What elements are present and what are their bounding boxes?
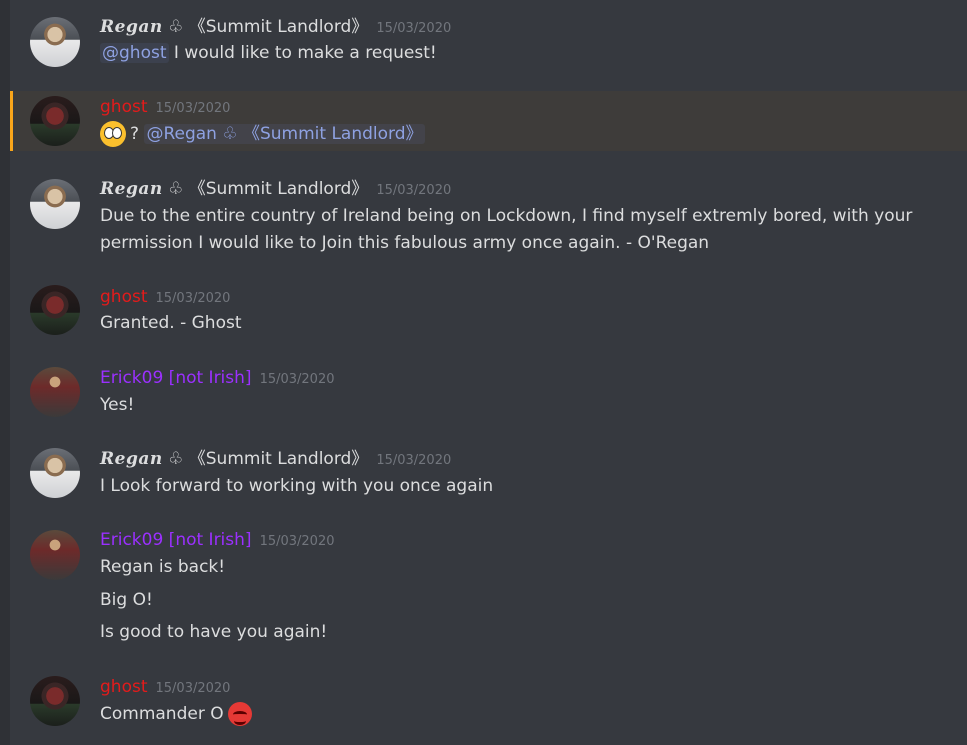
message-content: I Look forward to working with you once … — [100, 476, 494, 496]
avatar[interactable] — [30, 179, 80, 229]
message[interactable]: Erick09 [not Irish] 15/03/2020 Yes! — [10, 364, 967, 424]
message[interactable]: ghost 15/03/2020 Commander O — [10, 673, 967, 743]
message[interactable]: Regan ♧ 《Summit Landlord》 15/03/2020 I Lo… — [10, 445, 967, 505]
timestamp: 15/03/2020 — [155, 101, 231, 116]
message-line: Regan is back! — [100, 557, 226, 577]
message-content: Yes! — [100, 395, 135, 415]
flushed-face-emoji-icon — [100, 121, 126, 147]
timestamp: 15/03/2020 — [259, 534, 335, 549]
avatar[interactable] — [30, 676, 80, 726]
message[interactable]: Regan ♧ 《Summit Landlord》 15/03/2020 @gho… — [10, 12, 967, 72]
author-name[interactable]: ghost — [100, 287, 148, 307]
user-mention[interactable]: @Regan ♧ 《Summit Landlord》 — [144, 124, 425, 144]
timestamp: 15/03/2020 — [376, 453, 452, 468]
message-line: permission I would like to Join this fab… — [100, 233, 710, 253]
message-line: Big O! — [100, 590, 153, 610]
avatar[interactable] — [30, 96, 80, 146]
message[interactable]: ghost 15/03/2020 Granted. - Ghost — [10, 283, 967, 343]
author-name[interactable]: Regan ♧ 《Summit Landlord》 — [100, 449, 368, 469]
message-content: Commander O — [100, 701, 252, 728]
author-name[interactable]: Erick09 [not Irish] — [100, 530, 252, 550]
message-highlighted[interactable]: ghost 15/03/2020 ? @Regan ♧ 《Summit Landl… — [10, 91, 967, 151]
avatar[interactable] — [30, 367, 80, 417]
message-content: ? @Regan ♧ 《Summit Landlord》 — [100, 121, 425, 148]
message[interactable]: Regan ♧ 《Summit Landlord》 15/03/2020 Due … — [10, 174, 967, 264]
timestamp: 15/03/2020 — [155, 291, 231, 306]
author-name[interactable]: Regan ♧ 《Summit Landlord》 — [100, 179, 368, 199]
avatar[interactable] — [30, 17, 80, 67]
avatar[interactable] — [30, 285, 80, 335]
timestamp: 15/03/2020 — [376, 21, 452, 36]
message-content: @ghost I would like to make a request! — [100, 43, 437, 63]
timestamp: 15/03/2020 — [259, 372, 335, 387]
author-name[interactable]: ghost — [100, 97, 148, 117]
avatar[interactable] — [30, 530, 80, 580]
author-name[interactable]: Erick09 [not Irish] — [100, 368, 252, 388]
left-panel-edge — [0, 0, 10, 745]
author-name[interactable]: ghost — [100, 677, 148, 697]
smiling-devil-emoji-icon — [227, 702, 252, 726]
message-content: Granted. - Ghost — [100, 313, 242, 333]
message[interactable]: Erick09 [not Irish] 15/03/2020 Regan is b… — [10, 527, 967, 647]
timestamp: 15/03/2020 — [376, 183, 452, 198]
author-name[interactable]: Regan ♧ 《Summit Landlord》 — [100, 17, 368, 37]
user-mention[interactable]: @ghost — [100, 43, 169, 63]
avatar[interactable] — [30, 448, 80, 498]
timestamp: 15/03/2020 — [155, 681, 231, 696]
message-line: Is good to have you again! — [100, 622, 328, 642]
message-line: Due to the entire country of Ireland bei… — [100, 206, 913, 226]
